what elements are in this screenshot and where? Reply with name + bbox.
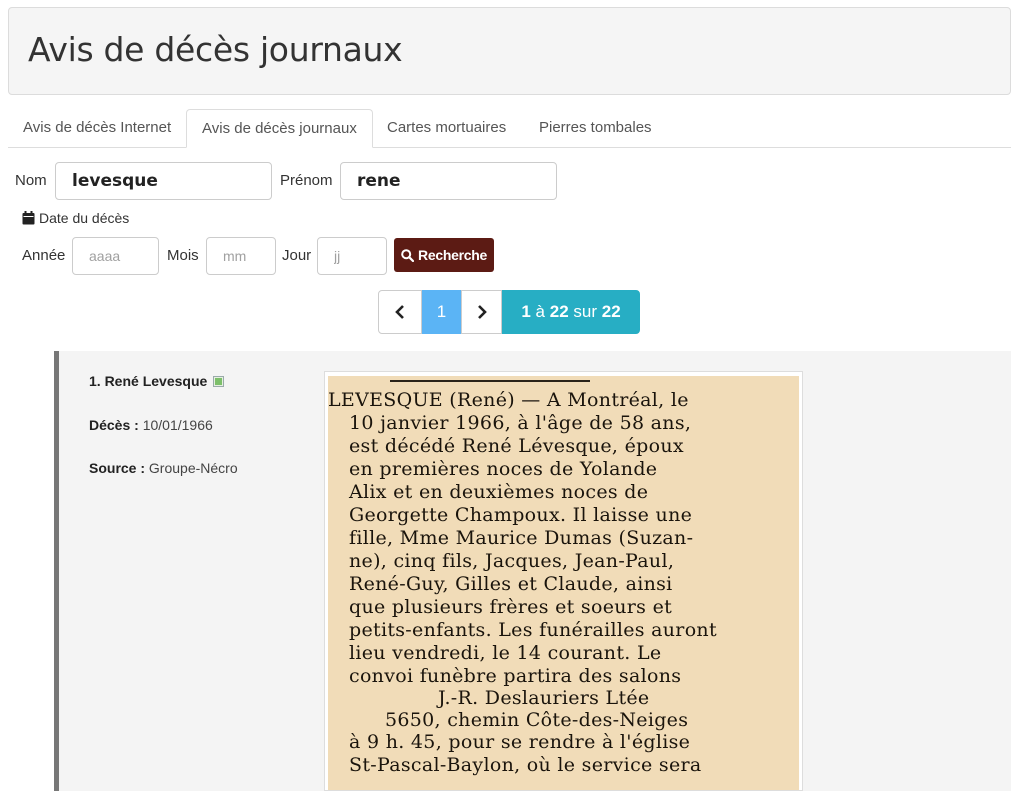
result-item: 1. René Levesque Décès : 10/01/1966 Sour…	[54, 351, 1011, 791]
clip-line: J.-R. Deslauriers Ltée	[438, 687, 650, 709]
clip-line: en premières noces de Yolande	[349, 458, 658, 480]
tab-bar: Avis de décès Internet Avis de décès jou…	[8, 109, 1011, 148]
annee-input[interactable]	[89, 238, 158, 274]
clip-line: Alix et en deuxièmes noces de	[349, 481, 649, 503]
nom-input[interactable]	[72, 163, 271, 199]
page-title: Avis de décès journaux	[28, 30, 403, 69]
source-line: Source : Groupe-Nécro	[89, 460, 238, 476]
jour-field[interactable]	[317, 237, 387, 275]
search-icon	[401, 248, 415, 262]
page-header: Avis de décès journaux	[8, 7, 1011, 95]
total-count: 22	[601, 302, 621, 321]
clip-line: est décédé René Lévesque, époux	[349, 435, 684, 457]
prenom-label: Prénom	[280, 172, 333, 189]
page-1-button[interactable]: 1	[422, 290, 461, 334]
clip-line: René-Guy, Gilles et Claude, ainsi	[349, 573, 673, 595]
date-deces-header: Date du décès	[22, 210, 129, 226]
source-value: Groupe-Nécro	[148, 460, 238, 476]
search-button[interactable]: Recherche	[394, 238, 494, 272]
prenom-field[interactable]	[340, 162, 557, 200]
mois-field[interactable]	[206, 237, 276, 275]
chevron-right-icon	[477, 305, 487, 319]
clip-line: lieu vendredi, le 14 courant. Le	[349, 642, 662, 664]
result-title[interactable]: 1. René Levesque	[89, 373, 225, 389]
source-label: Source :	[89, 460, 146, 476]
of-word: sur	[573, 302, 598, 321]
mois-input[interactable]	[223, 238, 275, 274]
date-deces-label: Date du décès	[39, 210, 130, 226]
range-start: 1	[521, 302, 531, 321]
clipping-image: LEVESQUE (René) — A Montréal, le 10 janv…	[328, 376, 799, 790]
annee-label: Année	[22, 247, 66, 264]
tab-cartes-mortuaires[interactable]: Cartes mortuaires	[372, 109, 521, 147]
newspaper-clipping[interactable]: LEVESQUE (René) — A Montréal, le 10 janv…	[324, 371, 803, 791]
result-name[interactable]: 1. René Levesque	[89, 373, 207, 389]
range-word: à	[535, 302, 545, 321]
clip-line: que plusieurs frères et soeurs et	[349, 596, 673, 618]
chevron-left-icon	[395, 305, 404, 319]
pagination: 1 1 à 22 sur 22	[378, 290, 640, 334]
tab-avis-internet[interactable]: Avis de décès Internet	[8, 109, 186, 147]
annee-field[interactable]	[72, 237, 159, 275]
nom-label: Nom	[15, 172, 47, 189]
clip-line: à 9 h. 45, pour se rendre à l'église	[349, 731, 691, 753]
clipping-rule	[390, 380, 590, 382]
death-date-line: Décès : 10/01/1966	[89, 417, 213, 433]
nom-field[interactable]	[55, 162, 272, 200]
clip-line: 5650, chemin Côte-des-Neiges	[385, 709, 689, 731]
clip-line: fille, Mme Maurice Dumas (Suzan-	[349, 527, 694, 549]
clip-line: St-Pascal-Baylon, où le service sera	[349, 754, 702, 776]
clip-line: LEVESQUE (René) — A Montréal, le	[328, 389, 689, 411]
clip-line: convoi funèbre partira des salons	[349, 665, 682, 687]
clip-line: petits-enfants. Les funérailles auront	[349, 619, 717, 641]
clip-line: 10 janvier 1966, à l'âge de 58 ans,	[349, 412, 692, 434]
image-icon	[213, 376, 225, 387]
jour-label: Jour	[282, 247, 312, 264]
death-date: 10/01/1966	[142, 417, 213, 433]
search-button-label: Recherche	[418, 247, 487, 263]
tab-pierres-tombales[interactable]: Pierres tombales	[524, 109, 667, 147]
calendar-icon	[22, 211, 35, 225]
prenom-input[interactable]	[357, 163, 556, 199]
mois-label: Mois	[167, 247, 199, 264]
range-end: 22	[549, 302, 569, 321]
clip-line: ne), cinq fils, Jacques, Jean-Paul,	[349, 550, 675, 572]
jour-input[interactable]	[334, 238, 386, 274]
tab-avis-journaux[interactable]: Avis de décès journaux	[186, 109, 373, 148]
next-page-button[interactable]	[461, 290, 502, 334]
prev-page-button[interactable]	[378, 290, 422, 334]
death-label: Décès :	[89, 417, 139, 433]
results-count: 1 à 22 sur 22	[502, 290, 640, 334]
clip-line: Georgette Champoux. Il laisse une	[349, 504, 693, 526]
